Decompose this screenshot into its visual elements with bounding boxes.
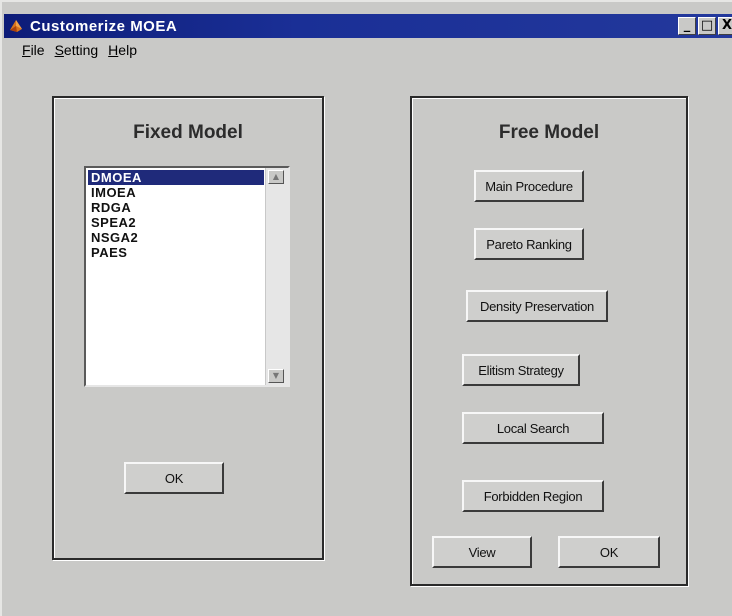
fixed-model-panel: Fixed Model DMOEA IMOEA RDGA SPEA2 NSGA2… [52,96,324,560]
algorithm-listbox[interactable]: DMOEA IMOEA RDGA SPEA2 NSGA2 PAES ▲ ▼ [84,166,290,387]
view-button[interactable]: View [432,536,532,568]
scroll-down-arrow-icon[interactable]: ▼ [268,369,284,383]
pareto-ranking-button[interactable]: Pareto Ranking [474,228,584,260]
menu-bar: File Setting Help [22,42,137,58]
menu-setting-accel: S [54,42,64,58]
fixed-ok-button[interactable]: OK [124,462,224,494]
list-item-spea2[interactable]: SPEA2 [88,215,264,230]
menu-file[interactable]: File [22,42,45,58]
minimize-button[interactable]: _ [678,17,696,35]
list-item-imoea[interactable]: IMOEA [88,185,264,200]
list-scrollbar[interactable]: ▲ ▼ [265,168,288,385]
list-item-dmoea[interactable]: DMOEA [88,170,264,185]
list-item-nsga2[interactable]: NSGA2 [88,230,264,245]
free-model-title: Free Model [498,122,600,143]
menu-file-accel: F [22,42,31,58]
list-item-paes[interactable]: PAES [88,245,264,260]
forbidden-region-button[interactable]: Forbidden Region [462,480,604,512]
density-preservation-button[interactable]: Density Preservation [466,290,608,322]
menu-setting-label: etting [63,42,99,58]
title-bar[interactable]: Customerize MOEA _ □ X [4,14,732,38]
fixed-model-title: Fixed Model [133,122,243,143]
menu-setting[interactable]: Setting [55,42,99,58]
free-model-panel: Free Model Main Procedure Pareto Ranking… [410,96,688,586]
menu-help-label: elp [118,42,137,58]
free-ok-button[interactable]: OK [558,536,660,568]
elitism-strategy-button[interactable]: Elitism Strategy [462,354,580,386]
algorithm-list: DMOEA IMOEA RDGA SPEA2 NSGA2 PAES [88,170,264,260]
menu-help[interactable]: Help [108,42,137,58]
menu-file-label: ile [30,42,45,58]
matlab-app-icon [8,18,24,34]
local-search-button[interactable]: Local Search [462,412,604,444]
customize-moea-window: Customerize MOEA _ □ X File Setting Help… [0,0,732,616]
main-procedure-button[interactable]: Main Procedure [474,170,584,202]
maximize-button[interactable]: □ [698,17,716,35]
list-item-rdga[interactable]: RDGA [88,200,264,215]
close-button[interactable]: X [718,17,732,35]
menu-help-accel: H [108,42,119,58]
window-title: Customerize MOEA [30,17,178,35]
scroll-up-arrow-icon[interactable]: ▲ [268,170,284,184]
